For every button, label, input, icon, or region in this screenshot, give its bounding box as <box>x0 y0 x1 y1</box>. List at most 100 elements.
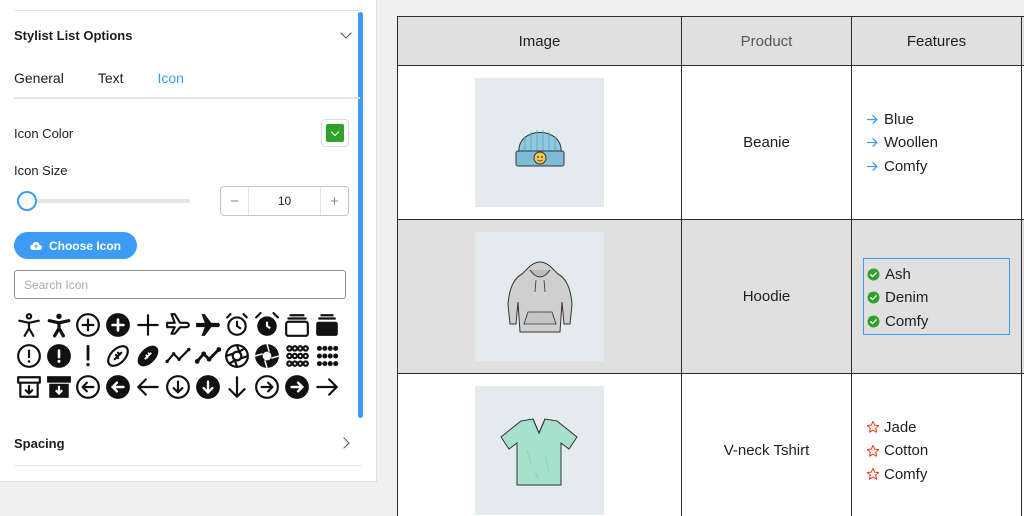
product-cell: Hoodie <box>681 219 852 374</box>
feature-label: Jade <box>884 418 917 436</box>
list-item: Cotton <box>866 439 928 463</box>
aperture-icon[interactable] <box>223 340 253 371</box>
list-item: Comfy <box>867 309 928 333</box>
circle-arrow-left-solid-icon[interactable] <box>103 371 133 402</box>
tab-icon[interactable]: Icon <box>158 70 184 90</box>
settings-panel: Stylist List Options General Text Icon I… <box>0 0 377 482</box>
icon-size-slider[interactable] <box>22 199 190 203</box>
features-cell: Blue Woollen Comfy <box>851 65 1022 220</box>
circle-arrow-right-solid-icon[interactable] <box>282 371 312 402</box>
circle-arrow-left-icon[interactable] <box>74 371 104 402</box>
feature-label: Denim <box>885 289 929 306</box>
selected-feature-list[interactable]: Ash Denim Comfy <box>863 258 1010 335</box>
line-chart-icon[interactable] <box>163 340 193 371</box>
color-swatch <box>326 124 344 142</box>
feature-label: Woollen <box>884 134 938 151</box>
star-outline-icon <box>866 444 884 458</box>
cloud-upload-icon <box>30 241 42 250</box>
column-header-product: Product <box>681 16 852 66</box>
arrow-right-icon <box>866 160 884 173</box>
vneck-tshirt-image <box>475 386 604 515</box>
universal-access-icon[interactable] <box>14 309 44 340</box>
star-outline-icon <box>866 467 884 481</box>
feature-list: Ash Denim Comfy <box>867 262 928 333</box>
plane-solid-icon[interactable] <box>193 309 223 340</box>
football-solid-icon[interactable] <box>133 340 163 371</box>
beanie-image <box>475 78 604 207</box>
circle-arrow-right-icon[interactable] <box>252 371 282 402</box>
star-outline-icon <box>866 420 884 434</box>
table-row: Hoodie Ash Denim Comfy <box>397 219 1024 374</box>
features-cell: Ash Denim Comfy <box>851 219 1022 374</box>
hoodie-image <box>475 232 604 361</box>
alarm-clock-icon[interactable] <box>223 309 253 340</box>
feature-label: Comfy <box>885 312 929 330</box>
list-item: Woollen <box>866 131 938 155</box>
archive-box-icon[interactable] <box>14 371 44 402</box>
icon-color-picker[interactable] <box>321 119 349 147</box>
archive-box-solid-icon[interactable] <box>44 371 74 402</box>
arrow-down-icon[interactable] <box>223 371 253 402</box>
stylist-list-options-header[interactable]: Stylist List Options <box>14 22 356 48</box>
circle-arrow-down-solid-icon[interactable] <box>193 371 223 402</box>
list-item: Jade <box>866 415 928 439</box>
aperture-solid-icon[interactable] <box>252 340 282 371</box>
decrement-button[interactable]: − <box>221 187 249 215</box>
circle-plus-icon[interactable] <box>74 309 104 340</box>
features-cell: Jade Cotton Comfy <box>851 373 1022 516</box>
icon-size-stepper: − 10 + <box>220 186 349 216</box>
product-table-wrap: Image Product Features Beanie Blue Woollen… <box>397 16 1024 516</box>
circle-check-icon <box>867 315 885 328</box>
column-header-features: Features <box>851 16 1022 66</box>
table-row: Beanie Blue Woollen Comfy <box>397 65 1024 220</box>
feature-label: Ash <box>885 265 911 283</box>
spacing-section-header[interactable]: Spacing <box>14 431 356 455</box>
tabs-divider <box>14 97 360 99</box>
search-icon-input[interactable] <box>14 270 346 299</box>
arrow-right-icon <box>866 136 884 149</box>
column-header-image: Image <box>397 16 682 66</box>
icon-picker-grid <box>14 309 344 402</box>
albums-solid-icon[interactable] <box>312 309 342 340</box>
universal-access-solid-icon[interactable] <box>44 309 74 340</box>
feature-label: Comfy <box>884 465 928 483</box>
circle-exclamation-icon[interactable] <box>14 340 44 371</box>
circle-plus-solid-icon[interactable] <box>103 309 133 340</box>
icon-size-input[interactable]: 10 <box>249 187 320 215</box>
chevron-right-icon <box>338 437 350 449</box>
divider <box>14 10 362 11</box>
feature-label: Blue <box>884 110 915 128</box>
circle-exclamation-solid-icon[interactable] <box>44 340 74 371</box>
list-item: Blue <box>866 107 938 131</box>
product-cell: Beanie <box>681 65 852 220</box>
line-chart-solid-icon[interactable] <box>193 340 223 371</box>
arrow-right-icon[interactable] <box>312 371 342 402</box>
section-title: Stylist List Options <box>14 27 133 43</box>
arrow-right-icon <box>866 113 884 126</box>
list-item: Ash <box>867 262 928 286</box>
tab-general[interactable]: General <box>14 70 64 90</box>
plus-icon[interactable] <box>133 309 163 340</box>
spacing-title: Spacing <box>14 435 65 451</box>
chevron-down-icon <box>340 27 352 39</box>
tab-bar: General Text Icon <box>14 70 218 90</box>
alarm-clock-solid-icon[interactable] <box>252 309 282 340</box>
panel-scrollbar[interactable] <box>358 12 363 418</box>
slider-thumb[interactable] <box>16 191 37 211</box>
circle-check-icon <box>867 291 885 304</box>
increment-button[interactable]: + <box>320 187 348 215</box>
arrow-left-icon[interactable] <box>133 371 163 402</box>
product-cell: V-neck Tshirt <box>681 373 852 516</box>
tab-text[interactable]: Text <box>98 70 124 90</box>
dots-grid-icon[interactable] <box>282 340 312 371</box>
circle-arrow-down-icon[interactable] <box>163 371 193 402</box>
image-cell <box>397 373 682 516</box>
exclamation-icon[interactable] <box>74 340 104 371</box>
albums-icon[interactable] <box>282 309 312 340</box>
icon-color-label: Icon Color <box>14 126 74 141</box>
football-icon[interactable] <box>103 340 133 371</box>
dots-grid-solid-icon[interactable] <box>312 340 342 371</box>
plane-outline-icon[interactable] <box>163 309 193 340</box>
table-header-row: Image Product Features <box>397 16 1024 66</box>
choose-icon-button[interactable]: Choose Icon <box>14 232 137 259</box>
